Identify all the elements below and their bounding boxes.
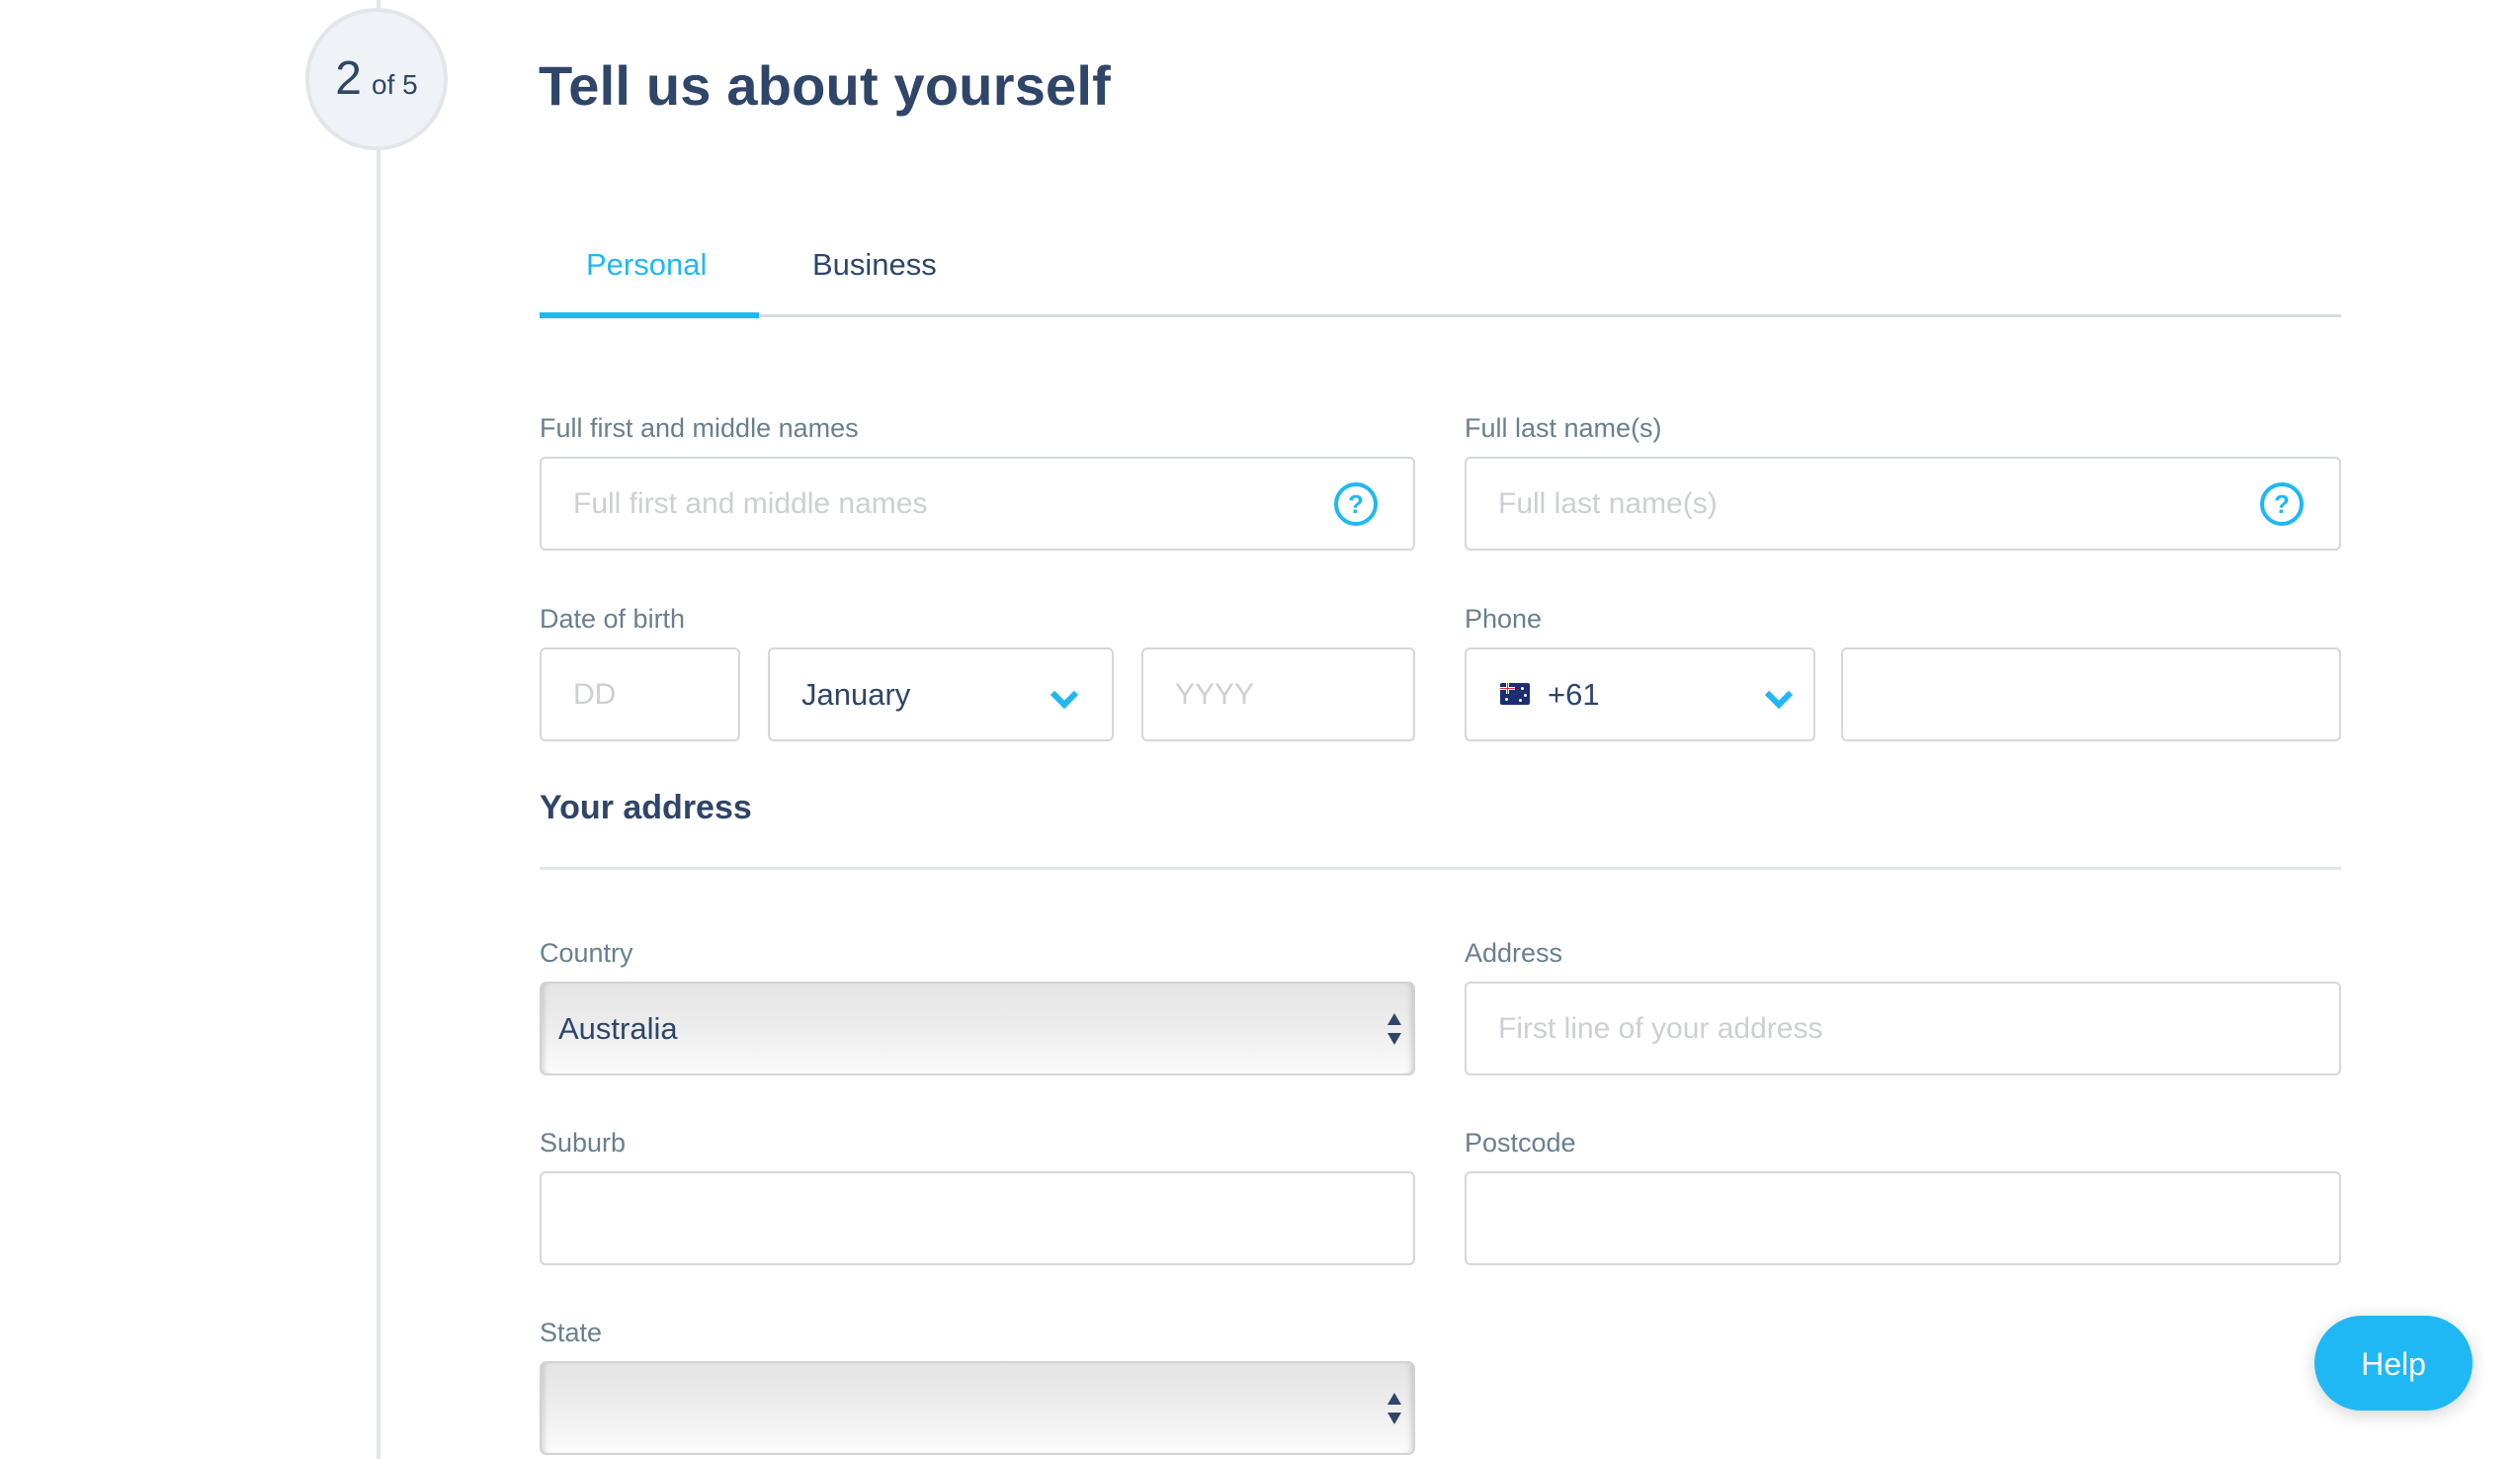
phone-number-input[interactable]	[1843, 649, 2339, 739]
dob-month-select[interactable]: January	[768, 647, 1114, 741]
phone-label: Phone	[1465, 604, 1543, 634]
address-field	[1465, 982, 2341, 1075]
state-label: State	[540, 1318, 603, 1347]
postcode-label: Postcode	[1465, 1128, 1576, 1158]
suburb-input[interactable]	[542, 1173, 1413, 1263]
dob-day-field	[540, 647, 740, 741]
first-names-label: Full first and middle names	[540, 413, 859, 443]
help-button[interactable]: Help	[2314, 1316, 2473, 1411]
first-names-input[interactable]	[542, 459, 1413, 549]
question-circle-icon[interactable]: ?	[1334, 482, 1378, 526]
tab-business[interactable]: Business	[812, 247, 937, 283]
select-arrows-icon	[1387, 1013, 1401, 1045]
dob-year-field	[1141, 647, 1415, 741]
postcode-input[interactable]	[1467, 1173, 2339, 1263]
question-circle-icon[interactable]: ?	[2260, 482, 2304, 526]
phone-country-code: +61	[1548, 677, 1600, 712]
address-label: Address	[1465, 938, 1563, 968]
postcode-field	[1465, 1171, 2341, 1265]
last-names-input[interactable]	[1467, 459, 2339, 549]
dob-label: Date of birth	[540, 604, 686, 634]
step-indicator: 2 of 5	[305, 8, 448, 150]
address-input[interactable]	[1467, 984, 2339, 1073]
section-divider	[540, 867, 2341, 870]
chevron-down-icon	[1764, 680, 1794, 710]
country-label: Country	[540, 938, 633, 968]
chevron-down-icon	[1050, 680, 1079, 710]
step-progress-line	[377, 0, 380, 1459]
dob-month-value: January	[801, 677, 911, 712]
active-tab-indicator	[540, 312, 759, 318]
step-total: of 5	[372, 69, 418, 100]
country-select[interactable]: Australia	[540, 982, 1415, 1075]
applicant-type-tabs: Personal Business	[540, 227, 2341, 318]
last-names-field: ?	[1465, 457, 2341, 551]
tab-personal[interactable]: Personal	[586, 247, 707, 283]
australia-flag-icon	[1500, 683, 1530, 705]
last-names-label: Full last name(s)	[1465, 413, 1662, 443]
phone-country-code-select[interactable]: +61	[1465, 647, 1815, 741]
step-current: 2	[335, 52, 362, 105]
select-arrows-icon	[1387, 1393, 1401, 1424]
suburb-field	[540, 1171, 1415, 1265]
dob-year-input[interactable]	[1143, 649, 1413, 739]
address-section-heading: Your address	[540, 789, 752, 826]
state-select[interactable]	[540, 1361, 1415, 1455]
page-title: Tell us about yourself	[539, 54, 1112, 117]
first-names-field: ?	[540, 457, 1415, 551]
country-value: Australia	[558, 1011, 678, 1046]
suburb-label: Suburb	[540, 1128, 627, 1158]
dob-day-input[interactable]	[542, 649, 738, 739]
phone-number-field	[1841, 647, 2341, 741]
